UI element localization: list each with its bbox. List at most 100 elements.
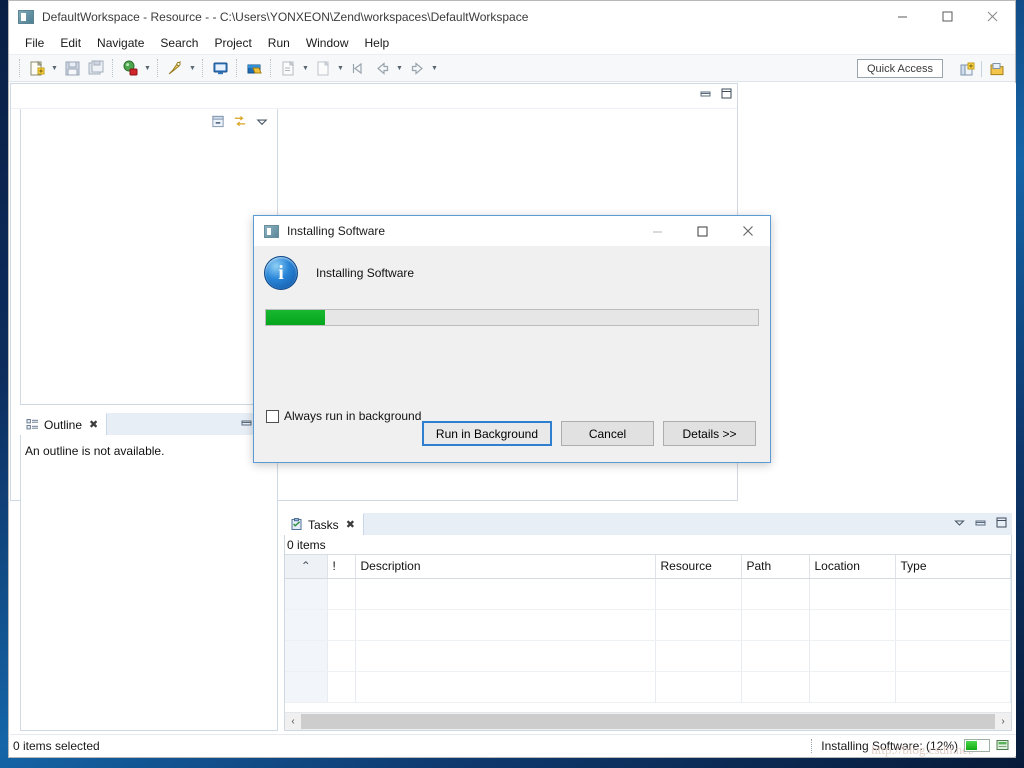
- menu-item-window[interactable]: Window: [298, 34, 357, 52]
- outline-view: Outline ✖ An outline is not available.: [20, 413, 278, 731]
- row-cell: [327, 640, 356, 672]
- dialog-maximize-button[interactable]: [680, 216, 725, 246]
- table-row[interactable]: [285, 578, 1011, 610]
- column-resource[interactable]: Resource: [655, 555, 742, 579]
- debug-dropdown-icon[interactable]: ▼: [142, 57, 153, 79]
- new-php-file-dropdown-icon[interactable]: ▼: [300, 57, 311, 79]
- row-cell: [327, 609, 356, 641]
- always-run-in-background-checkbox[interactable]: [266, 409, 279, 423]
- save-all-icon[interactable]: [85, 57, 107, 79]
- details-button[interactable]: Details >>: [663, 421, 756, 446]
- table-row[interactable]: [285, 640, 1011, 672]
- row-gutter: [285, 671, 328, 703]
- row-cell: [327, 578, 356, 610]
- dialog-button-bar: Run in Background Cancel Details >>: [421, 421, 756, 446]
- row-cell: [809, 640, 896, 672]
- menu-item-navigate[interactable]: Navigate: [89, 34, 152, 52]
- column-type[interactable]: Type: [895, 555, 1011, 579]
- always-run-in-background-row[interactable]: Always run in background: [266, 409, 421, 423]
- menu-item-file[interactable]: File: [17, 34, 52, 52]
- row-cell: [895, 578, 1011, 610]
- status-selection-text: 0 items selected: [13, 738, 100, 753]
- minimize-button[interactable]: [880, 1, 925, 32]
- previous-annotation-icon[interactable]: [347, 57, 369, 79]
- resource-perspective-icon[interactable]: [986, 58, 1008, 80]
- minimize-icon[interactable]: [973, 515, 987, 529]
- column-sort-indicator[interactable]: ⌃: [285, 555, 328, 579]
- window-title-bar: DefaultWorkspace - Resource - - C:\Users…: [9, 1, 1015, 32]
- close-button[interactable]: [970, 1, 1015, 32]
- tab-tasks[interactable]: Tasks ✖: [284, 513, 364, 535]
- menu-item-edit[interactable]: Edit: [52, 34, 89, 52]
- maximize-button[interactable]: [925, 1, 970, 32]
- row-gutter: [285, 609, 328, 641]
- debug-icon[interactable]: [119, 57, 141, 79]
- dialog-title: Installing Software: [287, 224, 386, 238]
- row-cell: [355, 609, 656, 641]
- tab-outline-label: Outline: [44, 417, 83, 432]
- tab-tasks-label: Tasks: [308, 517, 339, 532]
- dialog-close-button[interactable]: [725, 216, 770, 246]
- row-cell: [809, 609, 896, 641]
- table-row[interactable]: [285, 609, 1011, 641]
- cancel-button[interactable]: Cancel: [561, 421, 654, 446]
- save-icon[interactable]: [61, 57, 83, 79]
- open-perspective-icon[interactable]: [956, 58, 978, 80]
- show-progress-view-icon[interactable]: [996, 739, 1010, 753]
- row-cell: [655, 671, 742, 703]
- scroll-right-icon[interactable]: ›: [995, 714, 1011, 729]
- open-task-icon[interactable]: [243, 57, 265, 79]
- link-with-editor-icon[interactable]: [233, 114, 247, 128]
- project-explorer-tree[interactable]: [21, 133, 277, 393]
- back-dropdown-icon[interactable]: ▼: [394, 57, 405, 79]
- collapse-all-icon[interactable]: [211, 114, 225, 128]
- maximize-icon[interactable]: [719, 86, 733, 100]
- editor-part-buttons: [698, 86, 733, 100]
- new-wizard-icon[interactable]: [26, 57, 48, 79]
- new-folder-dropdown-icon[interactable]: ▼: [335, 57, 346, 79]
- project-explorer-view: Project Explorer ✖: [20, 87, 278, 405]
- scroll-left-icon[interactable]: ‹: [285, 714, 301, 729]
- minimize-icon[interactable]: [698, 86, 712, 100]
- row-cell: [741, 640, 810, 672]
- dialog-minimize-button[interactable]: [635, 216, 680, 246]
- run-in-background-button[interactable]: Run in Background: [421, 421, 552, 446]
- tasks-table[interactable]: ⌃ ! Description Resource Path Location T…: [285, 555, 1011, 703]
- desktop-background: DefaultWorkspace - Resource - - C:\Users…: [0, 0, 1024, 768]
- progress-indicator[interactable]: [964, 739, 990, 752]
- new-folder-icon[interactable]: [312, 57, 334, 79]
- row-cell: [355, 578, 656, 610]
- project-explorer-view-toolbar: [21, 109, 277, 133]
- run-dropdown-icon[interactable]: ▼: [187, 57, 198, 79]
- forward-icon[interactable]: [406, 57, 428, 79]
- menu-bar: File Edit Navigate Search Project Run Wi…: [9, 32, 1015, 54]
- tasks-horizontal-scrollbar[interactable]: ‹ ›: [285, 712, 1011, 730]
- forward-dropdown-icon[interactable]: ▼: [429, 57, 440, 79]
- table-row[interactable]: [285, 671, 1011, 703]
- quick-access-input[interactable]: Quick Access: [857, 59, 943, 78]
- back-icon[interactable]: [371, 57, 393, 79]
- menu-item-project[interactable]: Project: [206, 34, 259, 52]
- window-title: DefaultWorkspace - Resource - - C:\Users…: [42, 9, 529, 24]
- close-icon[interactable]: ✖: [89, 418, 98, 431]
- menu-item-run[interactable]: Run: [260, 34, 298, 52]
- column-description[interactable]: Description: [355, 555, 656, 579]
- maximize-icon[interactable]: [994, 515, 1008, 529]
- column-location[interactable]: Location: [809, 555, 896, 579]
- tab-outline[interactable]: Outline ✖: [20, 413, 108, 435]
- column-priority[interactable]: !: [327, 555, 356, 579]
- menu-item-help[interactable]: Help: [357, 34, 398, 52]
- new-wizard-dropdown-icon[interactable]: ▼: [49, 57, 60, 79]
- close-icon[interactable]: ✖: [346, 518, 355, 531]
- view-menu-icon[interactable]: [952, 515, 966, 529]
- new-console-icon[interactable]: [209, 57, 231, 79]
- column-path[interactable]: Path: [741, 555, 810, 579]
- view-menu-icon[interactable]: [255, 114, 269, 128]
- outline-icon: [26, 418, 39, 431]
- scrollbar-thumb[interactable]: [301, 714, 995, 729]
- status-task-text[interactable]: Installing Software: (12%): [821, 739, 958, 753]
- run-icon[interactable]: [164, 57, 186, 79]
- minimize-icon[interactable]: [239, 415, 253, 429]
- menu-item-search[interactable]: Search: [152, 34, 206, 52]
- new-php-file-icon[interactable]: [277, 57, 299, 79]
